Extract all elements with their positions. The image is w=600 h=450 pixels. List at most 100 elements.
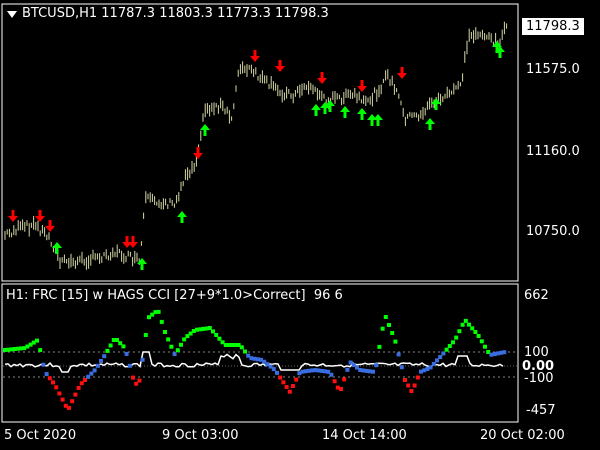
cci-dot: [108, 343, 113, 348]
cci-dot: [124, 351, 129, 356]
cci-dot: [211, 329, 215, 334]
current-price-tag: 11798.3: [522, 18, 584, 35]
cci-dot: [342, 377, 347, 382]
green-up-arrow-icon: [311, 104, 321, 116]
signal-arrows: [8, 41, 505, 270]
indicator-axis-label: 662: [524, 288, 549, 303]
cci-dot: [127, 363, 132, 368]
indicator-title: H1: FRC [15] w HAGS CCI [27+9*1.0>Correc…: [6, 288, 306, 303]
ohlc-high: 11803.3: [159, 6, 213, 21]
cci-dot: [275, 370, 279, 375]
cci-dot: [332, 379, 337, 384]
cci-dot: [214, 333, 219, 337]
cci-dot: [54, 385, 59, 390]
cci-dot: [156, 309, 161, 314]
cci-dot: [102, 354, 107, 359]
cci-dot: [159, 319, 164, 324]
cci-dot: [383, 315, 388, 319]
green-up-arrow-icon: [431, 98, 441, 110]
red-down-arrow-icon: [128, 236, 138, 248]
symbol-timeframe: BTCUSD,H1: [22, 6, 98, 21]
red-down-arrow-icon: [35, 210, 45, 222]
cci-dot: [476, 334, 481, 338]
price-panel-frame: [1, 3, 519, 282]
cci-dot: [463, 318, 468, 323]
cci-dot: [243, 349, 247, 354]
triangle-down-icon[interactable]: [7, 11, 17, 18]
indicator-axis-label: -457: [526, 403, 556, 418]
cci-dot: [473, 330, 478, 334]
green-up-arrow-icon: [200, 124, 210, 136]
cci-dot: [396, 352, 401, 357]
cci-dot: [163, 330, 167, 334]
cci-dot: [374, 363, 379, 368]
cci-dot: [431, 361, 436, 366]
indicator-axis-label: -100: [524, 371, 554, 386]
cci-dot: [339, 387, 343, 391]
cci-dot: [137, 378, 142, 383]
cci-dot: [95, 363, 100, 368]
cci-dot: [175, 348, 180, 353]
cci-dot: [278, 375, 283, 380]
cci-dot: [57, 391, 62, 396]
ohlc-open: 11787.3: [101, 6, 156, 21]
cci-dot: [131, 375, 135, 380]
cci-dot: [38, 348, 43, 353]
cci-dot: [460, 322, 465, 327]
red-down-arrow-icon: [45, 220, 55, 232]
cci-dot: [457, 329, 462, 334]
cci-dot: [415, 375, 420, 380]
cci-dot: [399, 365, 404, 370]
cci-dot: [387, 323, 391, 327]
cci-dot: [380, 326, 385, 331]
price-axis-label: 11575.0: [526, 62, 580, 77]
cci-dot: [140, 357, 145, 362]
cci-dot: [428, 365, 433, 370]
cci-dot: [60, 397, 65, 402]
cci-dot: [166, 337, 171, 342]
chart-canvas[interactable]: [0, 0, 600, 450]
cci-dot: [217, 336, 222, 341]
cci-dot: [287, 389, 292, 394]
chart-window[interactable]: BTCUSD,H1 11787.3 11803.3 11773.3 11798.…: [0, 0, 600, 450]
cci-dot: [483, 344, 487, 349]
cci-dot: [294, 377, 299, 382]
cci-dot: [67, 405, 71, 410]
cci-dot: [105, 348, 110, 353]
cci-dot: [70, 399, 75, 404]
green-up-arrow-icon: [373, 114, 383, 126]
cci-dot: [406, 383, 411, 388]
cci-dot: [467, 322, 471, 327]
cci-dot: [329, 372, 334, 377]
cci-dot: [73, 392, 78, 397]
red-down-arrow-icon: [8, 210, 18, 222]
cci-dot: [345, 367, 350, 372]
red-down-arrow-icon: [317, 72, 327, 84]
red-down-arrow-icon: [357, 80, 367, 92]
cci-dot: [41, 362, 46, 367]
red-down-arrow-icon: [397, 67, 407, 79]
cci-dot: [377, 344, 382, 349]
cci-dot: [444, 347, 449, 352]
cci-dot: [447, 344, 452, 348]
cci-dot: [479, 339, 484, 344]
cci-dot: [99, 359, 103, 363]
cci-dot: [412, 383, 417, 388]
cci-dot: [409, 389, 414, 393]
indicator-panel-frame: [1, 283, 519, 423]
cci-dot: [47, 376, 52, 381]
cci-dot: [393, 339, 398, 344]
time-axis-label: 20 Oct 02:00: [480, 428, 565, 443]
indicator-axis-label: 100: [524, 345, 549, 360]
cci-dot: [143, 333, 148, 337]
cci-dot: [169, 344, 174, 349]
time-axis-label: 9 Oct 03:00: [162, 428, 239, 443]
cci-dot: [172, 352, 177, 357]
cci-dot: [371, 369, 375, 374]
green-up-arrow-icon: [177, 211, 187, 223]
cci-dot: [284, 385, 289, 389]
cci-dot: [281, 380, 286, 385]
cci-dot: [451, 340, 455, 345]
cci-dot: [51, 380, 55, 385]
red-down-arrow-icon: [193, 147, 203, 159]
